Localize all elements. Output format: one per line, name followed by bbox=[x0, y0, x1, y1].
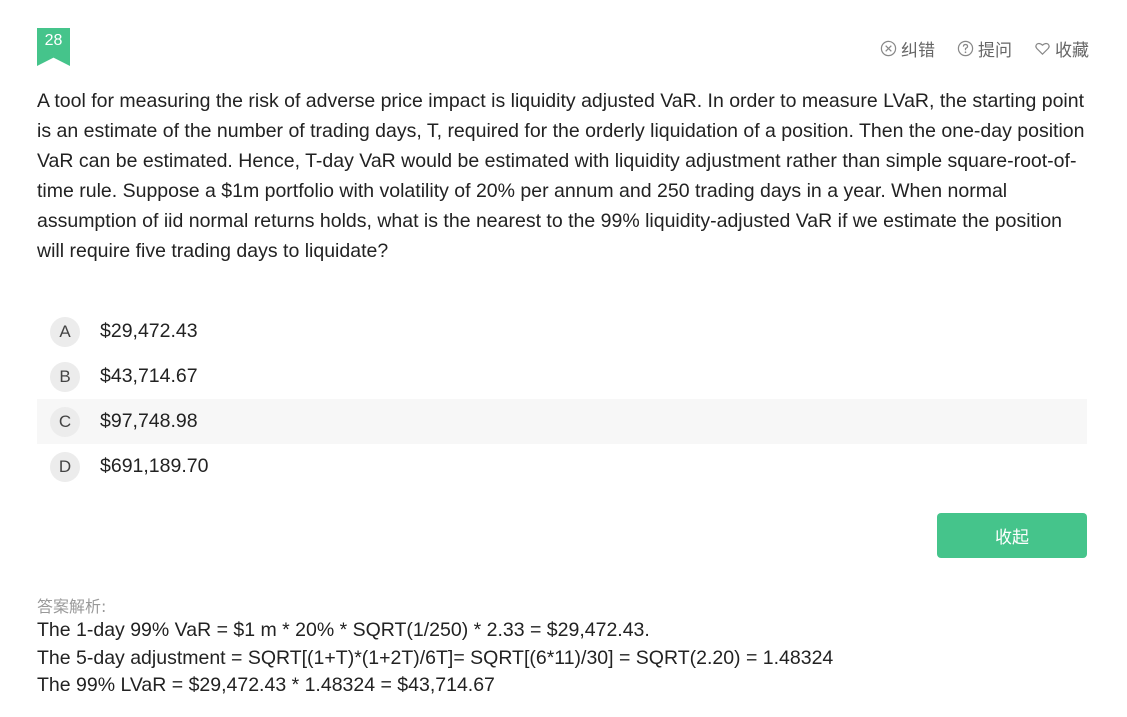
ask-question-button[interactable]: 提问 bbox=[957, 36, 1012, 61]
question-circle-icon bbox=[957, 40, 974, 57]
option-c[interactable]: C $97,748.98 bbox=[37, 399, 1087, 444]
option-text: $97,748.98 bbox=[100, 410, 198, 432]
collapse-button[interactable]: 收起 bbox=[937, 513, 1087, 558]
explanation-line: The 5-day adjustment = SQRT[(1+T)*(1+2T)… bbox=[37, 646, 834, 669]
question-actions: 纠错 提问 收藏 bbox=[880, 36, 1089, 61]
option-d[interactable]: D $691,189.70 bbox=[37, 444, 1087, 489]
explanation-line: The 1-day 99% VaR = $1 m * 20% * SQRT(1/… bbox=[37, 619, 650, 641]
heart-icon bbox=[1035, 42, 1050, 56]
question-number-badge: 28 bbox=[37, 28, 70, 66]
report-error-button[interactable]: 纠错 bbox=[880, 36, 935, 61]
explanation-line: The 99% LVaR = $29,472.43 * 1.48324 = $4… bbox=[37, 674, 495, 696]
option-text: $29,472.43 bbox=[100, 320, 198, 342]
option-b[interactable]: B $43,714.67 bbox=[37, 354, 1087, 399]
favorite-label: 收藏 bbox=[1055, 41, 1089, 60]
x-circle-icon bbox=[880, 40, 897, 57]
option-letter: D bbox=[50, 451, 80, 482]
explanation-text: The 1-day 99% VaR = $1 m * 20% * SQRT(1/… bbox=[37, 617, 833, 700]
question-text: A tool for measuring the risk of adverse… bbox=[37, 90, 1085, 262]
option-text: $691,189.70 bbox=[100, 455, 209, 477]
ask-question-label: 提问 bbox=[978, 41, 1012, 60]
options-list: A $29,472.43 B $43,714.67 C $97,748.98 D… bbox=[37, 309, 1087, 489]
option-letter: C bbox=[50, 406, 80, 437]
option-letter: B bbox=[50, 361, 80, 392]
option-a[interactable]: A $29,472.43 bbox=[37, 309, 1087, 354]
favorite-button[interactable]: 收藏 bbox=[1034, 36, 1089, 61]
option-letter: A bbox=[50, 316, 80, 347]
explanation-label: 答案解析: bbox=[37, 597, 107, 616]
report-error-label: 纠错 bbox=[901, 41, 935, 60]
option-text: $43,714.67 bbox=[100, 365, 198, 387]
